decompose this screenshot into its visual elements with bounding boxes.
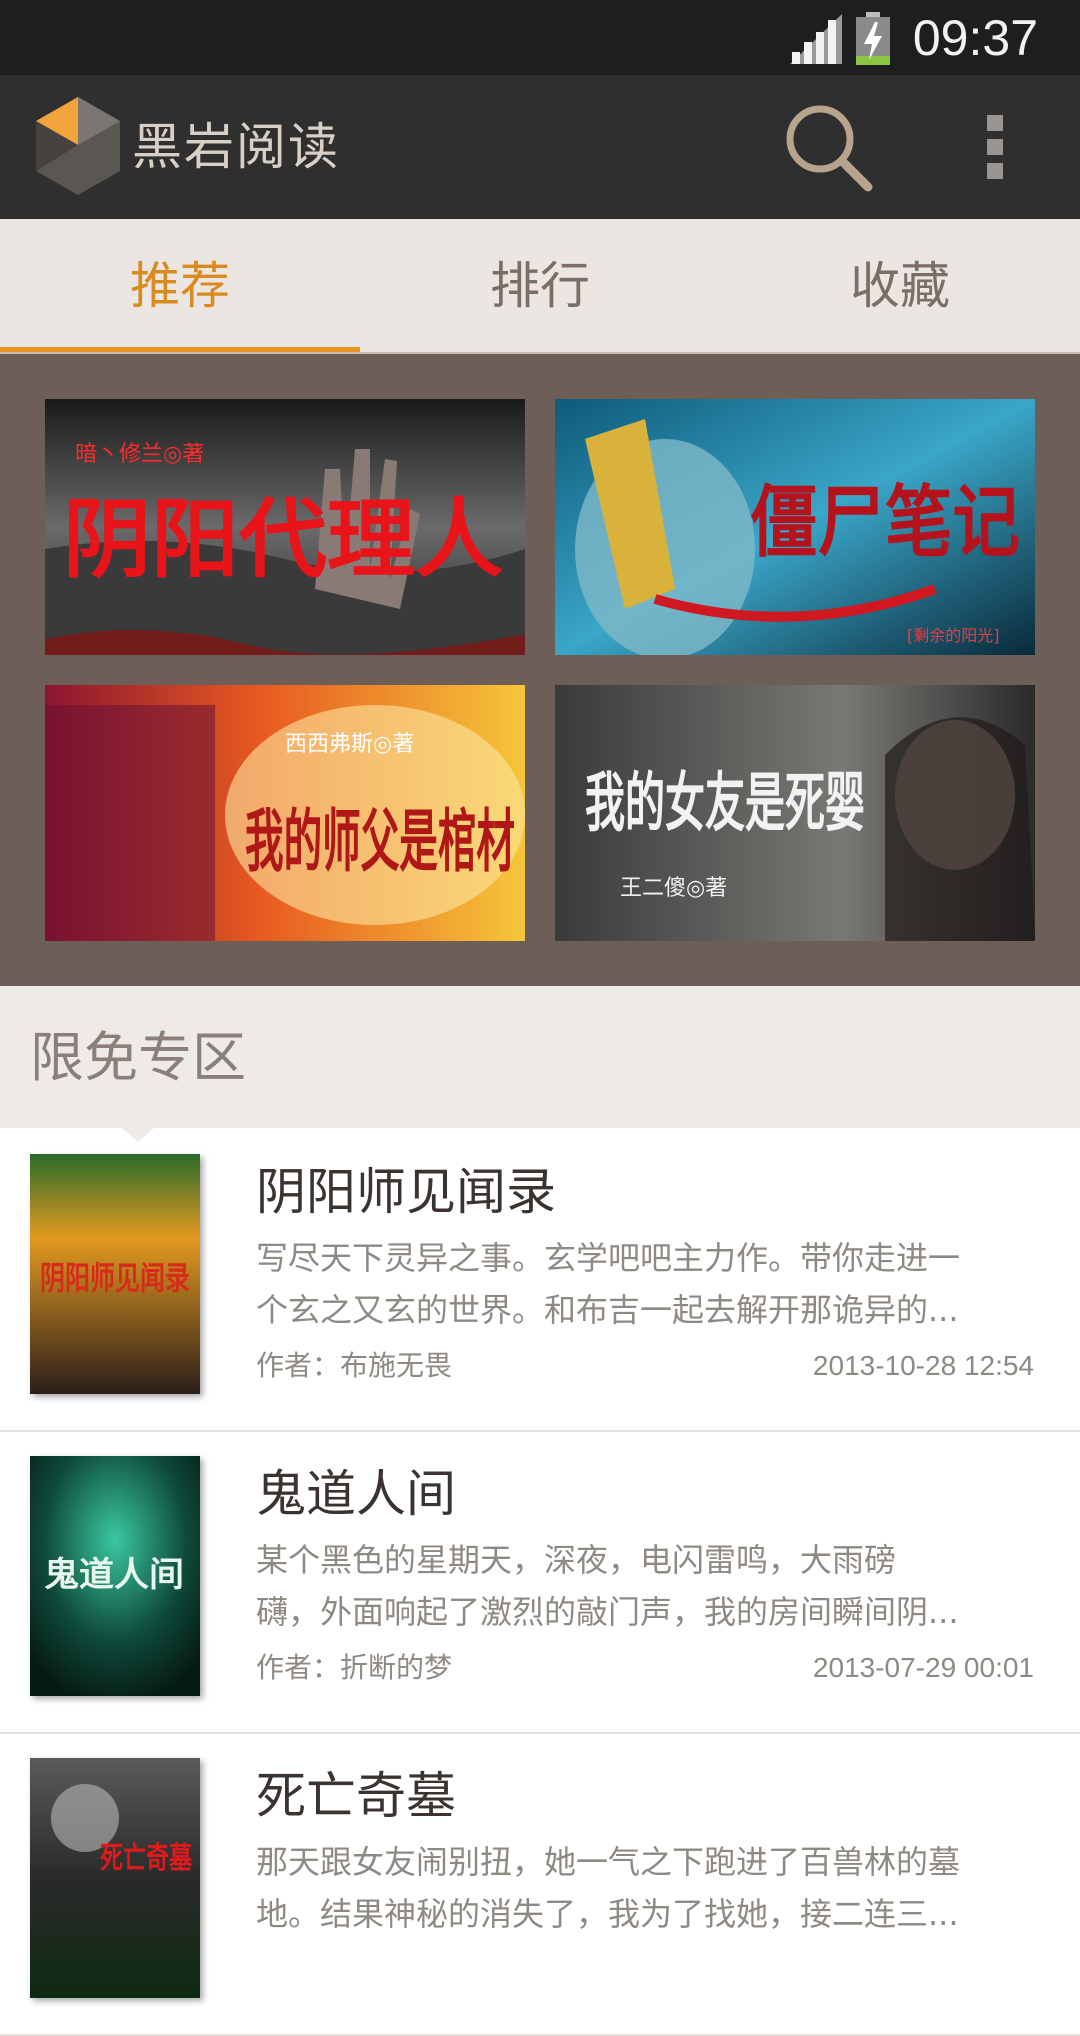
tab-bar: 推荐 排行 收藏 — [0, 219, 1080, 354]
banner-title: 僵尸笔记 — [750, 477, 1020, 568]
description-line: 那天跟女友闹别扭，她一气之下跑进了百兽林的墓 — [256, 1843, 961, 1881]
tab-ranking[interactable]: 排行 — [360, 219, 720, 354]
list-item[interactable]: 鬼道人间 鬼道人间 某个黑色的星期天，深夜，电闪雷鸣，大雨磅 礴，外面响起了激烈… — [0, 1430, 1080, 1734]
book-cover: 死亡奇墓 — [30, 1758, 200, 1998]
banner-image: 僵尸笔记 [剩余的阳光] — [555, 399, 1035, 655]
banner-author: [剩余的阳光] — [907, 626, 1000, 645]
book-description: 某个黑色的星期天，深夜，电闪雷鸣，大雨磅 礴，外面响起了激烈的敲门声，我的房间瞬… — [256, 1534, 1036, 1638]
banner-title: 我的师父是棺材 — [245, 802, 515, 882]
banner-image: 西西弗斯◎著 我的师父是棺材 — [45, 685, 525, 941]
cover-text: 死亡奇墓 — [100, 1841, 193, 1876]
status-time: 09:37 — [912, 10, 1038, 66]
rock-logo-icon[interactable] — [36, 97, 120, 195]
banner-grid: 暗丶修兰◎著 阴阳代理人 僵尸笔记 [剩余的阳光] 西西弗斯◎著 我的师父是棺材… — [0, 354, 1080, 986]
banner-girlfriend[interactable]: 我的女友是死婴 王二傻◎著 — [555, 685, 1035, 941]
section-pointer — [122, 1128, 154, 1142]
section-header: 限免专区 — [0, 986, 1080, 1128]
cover-text: 鬼道人间 — [44, 1555, 184, 1595]
app-title: 黑岩阅读 — [132, 118, 340, 176]
tab-recommend[interactable]: 推荐 — [0, 219, 360, 354]
banner-author: 王二傻◎著 — [620, 876, 727, 901]
battery-charging-icon — [856, 12, 890, 65]
book-description: 那天跟女友闹别扭，她一气之下跑进了百兽林的墓 地。结果神秘的消失了，我为了找她，… — [256, 1836, 1036, 1940]
book-list: 阴阳师见闻录 阴阳师见闻录 写尽天下灵异之事。玄学吧吧主力作。带你走进一 个玄之… — [0, 1128, 1080, 2036]
app-bar: 黑岩阅读 — [0, 75, 1080, 219]
description-line: 某个黑色的星期天，深夜，电闪雷鸣，大雨磅 — [256, 1541, 897, 1579]
book-cover: 鬼道人间 — [30, 1456, 200, 1696]
book-description: 写尽天下灵异之事。玄学吧吧主力作。带你走进一 个玄之又玄的世界。和布吉一起去解开… — [256, 1232, 1036, 1336]
description-line: 写尽天下灵异之事。玄学吧吧主力作。带你走进一 — [256, 1239, 961, 1277]
signal-icon — [790, 14, 842, 64]
description-line: 地。结果神秘的消失了，我为了找她，接二连三... — [256, 1895, 959, 1933]
book-title: 鬼道人间 — [256, 1465, 456, 1523]
book-cover: 阴阳师见闻录 — [30, 1154, 200, 1394]
description-line: 个玄之又玄的世界。和布吉一起去解开那诡异的... — [256, 1291, 959, 1329]
banner-title: 阴阳代理人 — [63, 489, 503, 590]
book-title: 死亡奇墓 — [256, 1767, 456, 1825]
book-date: 2013-07-29 00:01 — [812, 1652, 1034, 1683]
banner-title: 我的女友是死婴 — [585, 766, 865, 841]
section-title: 限免专区 — [30, 1026, 246, 1089]
banner-author: 暗丶修兰◎著 — [75, 442, 204, 467]
description-line: 礴，外面响起了激烈的敲门声，我的房间瞬间阴... — [256, 1593, 959, 1631]
book-author: 作者：布施无畏 — [256, 1349, 453, 1382]
overflow-menu-icon[interactable] — [975, 105, 1015, 189]
list-item[interactable]: 死亡奇墓 死亡奇墓 那天跟女友闹别扭，她一气之下跑进了百兽林的墓 地。结果神秘的… — [0, 1732, 1080, 2036]
book-date: 2013-10-28 12:54 — [812, 1350, 1034, 1381]
banner-image: 暗丶修兰◎著 阴阳代理人 — [45, 399, 525, 655]
banner-author: 西西弗斯◎著 — [285, 732, 414, 757]
banner-zombie-notes[interactable]: 僵尸笔记 [剩余的阳光] — [555, 399, 1035, 655]
book-author: 作者：折断的梦 — [256, 1651, 453, 1684]
banner-yinyang-agent[interactable]: 暗丶修兰◎著 阴阳代理人 — [45, 399, 525, 655]
banner-master-coffin[interactable]: 西西弗斯◎著 我的师父是棺材 — [45, 685, 525, 941]
status-bar: 09:37 — [0, 0, 1080, 75]
search-icon[interactable] — [780, 99, 876, 195]
book-title: 阴阳师见闻录 — [256, 1163, 556, 1221]
list-item[interactable]: 阴阳师见闻录 阴阳师见闻录 写尽天下灵异之事。玄学吧吧主力作。带你走进一 个玄之… — [0, 1128, 1080, 1432]
tab-favorites[interactable]: 收藏 — [720, 219, 1080, 354]
banner-image: 我的女友是死婴 王二傻◎著 — [555, 685, 1035, 941]
cover-text: 阴阳师见闻录 — [40, 1259, 190, 1297]
